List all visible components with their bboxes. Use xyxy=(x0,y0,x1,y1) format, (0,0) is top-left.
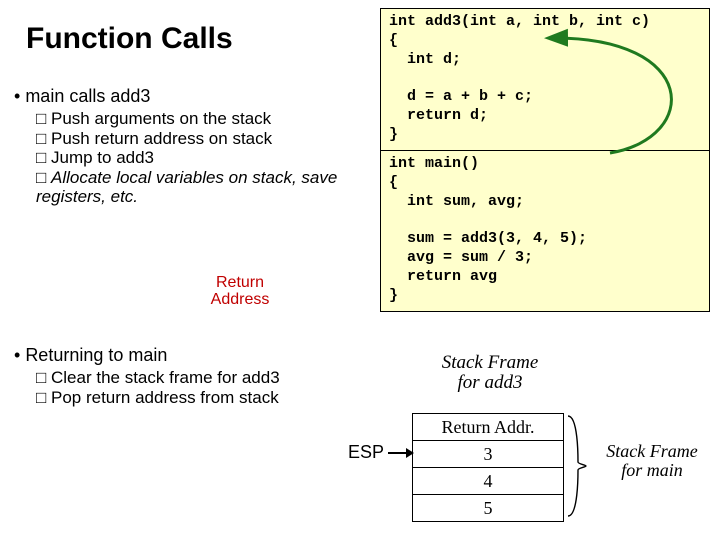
stack-frame-add3-label: Stack Framefor add3 xyxy=(420,353,560,393)
esp-arrow-icon xyxy=(388,452,412,454)
slide-title: Function Calls xyxy=(26,22,233,56)
stack-frame-main-label: Stack Framefor main xyxy=(592,442,712,480)
return-address-label: ReturnAddress xyxy=(190,275,290,309)
section-returning-to-main: Returning to main Clear the stack frame … xyxy=(14,345,354,407)
bullet-item: Push return address on stack xyxy=(36,129,372,149)
section-main-calls-add3: main calls add3 Push arguments on the st… xyxy=(14,86,372,207)
esp-label: ESP xyxy=(348,442,384,463)
bullet-heading-1: main calls add3 xyxy=(14,86,372,107)
brace-icon xyxy=(564,414,590,518)
code-box: int add3(int a, int b, int c) { int d; d… xyxy=(380,8,710,312)
stack-cells: Return Addr. 3 4 5 xyxy=(412,413,564,522)
stack-cell: Return Addr. xyxy=(413,414,564,441)
code-add3: int add3(int a, int b, int c) { int d; d… xyxy=(381,9,709,150)
stack-cell: 3 xyxy=(413,441,564,468)
bullet-item: Push arguments on the stack xyxy=(36,109,372,129)
bullet-item: Jump to add3 xyxy=(36,148,372,168)
bullet-item: Clear the stack frame for add3 xyxy=(36,368,354,388)
bullet-item-italic: Allocate local variables on stack, save … xyxy=(36,168,372,207)
bullet-item: Pop return address from stack xyxy=(36,388,354,408)
code-main: int main() { int sum, avg; sum = add3(3,… xyxy=(381,151,709,311)
bullet-heading-2: Returning to main xyxy=(14,345,354,366)
stack-cell: 4 xyxy=(413,468,564,495)
stack-cell: 5 xyxy=(413,495,564,522)
